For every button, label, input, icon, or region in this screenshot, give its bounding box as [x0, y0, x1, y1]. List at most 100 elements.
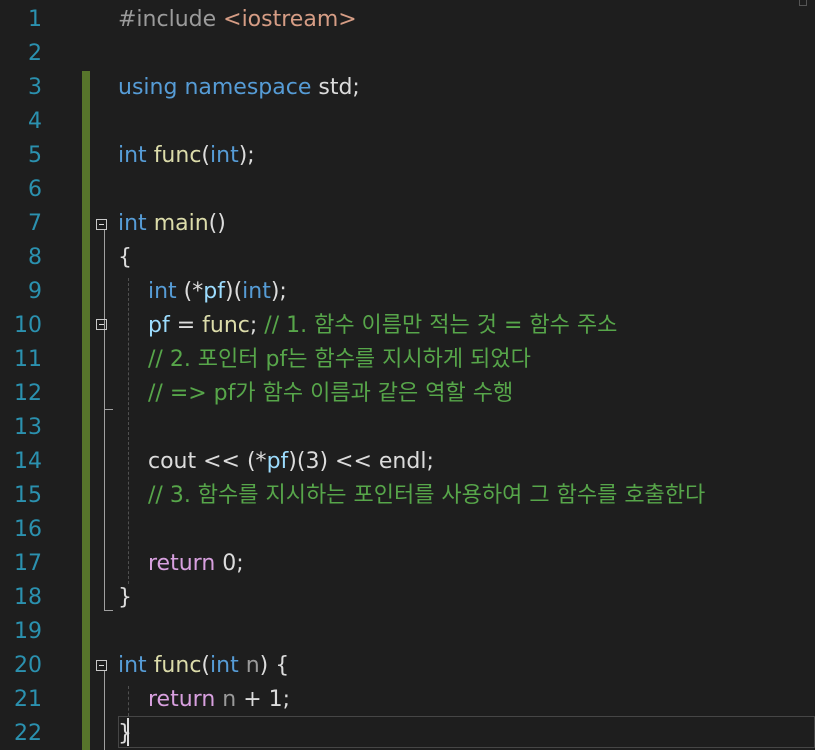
variable: pf [266, 449, 289, 474]
code-line-5[interactable]: int func(int); [118, 139, 255, 173]
code-text: + 1; [236, 687, 291, 712]
text-cursor [127, 718, 129, 746]
code-editor[interactable]: 1 2 3 4 5 6 7 8 9 10 11 12 13 14 15 16 1… [0, 0, 815, 750]
line-number: 1 [28, 7, 42, 32]
keyword: using [118, 75, 178, 100]
keyword: int [210, 653, 239, 678]
line-number: 15 [14, 483, 42, 508]
comment: // => pf가 함수 이름과 같은 역할 수행 [148, 381, 514, 406]
fold-collapse-icon[interactable] [96, 660, 107, 671]
parameter: n [222, 687, 237, 712]
preprocessor-directive: #include [118, 7, 224, 32]
fold-region-end [104, 409, 113, 410]
code-line-10[interactable]: pf = func; // 1. 함수 이름만 적는 것 = 함수 주소 [148, 309, 617, 343]
code-text: ( [201, 143, 211, 168]
line-number: 6 [28, 177, 42, 202]
code-line-12[interactable]: // => pf가 함수 이름과 같은 역할 수행 [148, 377, 513, 411]
brace: { [118, 245, 132, 270]
function-name: func [153, 653, 202, 678]
comment: // 3. 함수를 지시하는 포인터를 사용하여 그 함수를 호출한다 [148, 483, 706, 508]
code-line-22[interactable]: } [118, 717, 132, 750]
keyword: int [210, 143, 239, 168]
keyword: int [118, 653, 147, 678]
brace: } [118, 721, 132, 746]
indent-guide [128, 278, 129, 584]
code-line-3[interactable]: using namespace std; [118, 71, 360, 105]
code-text: = [169, 313, 203, 338]
line-number: 19 [14, 619, 42, 644]
function-name: main [153, 211, 209, 236]
code-text: ; [249, 313, 265, 338]
identifier: cout [148, 449, 197, 474]
function-name: func [153, 143, 202, 168]
include-header: <iostream> [223, 7, 357, 32]
code-text: )(3) << [288, 449, 379, 474]
line-number: 17 [14, 551, 42, 576]
line-number: 20 [14, 653, 42, 678]
line-number: 3 [28, 75, 42, 100]
code-text: ); [238, 143, 255, 168]
line-number: 22 [14, 721, 42, 746]
code-line-1[interactable]: #include <iostream> [118, 3, 357, 37]
fold-region-end [104, 610, 113, 611]
code-text: ( [201, 653, 211, 678]
line-number: 9 [28, 279, 42, 304]
comment: // 1. 함수 이름만 적는 것 = 함수 주소 [264, 313, 618, 338]
variable: pf [148, 313, 170, 338]
code-line-18[interactable]: } [118, 581, 132, 615]
line-number: 13 [14, 415, 42, 440]
line-number: 10 [14, 313, 42, 338]
line-number: 18 [14, 585, 42, 610]
code-line-11[interactable]: // 2. 포인터 pf는 함수를 지시하게 되었다 [148, 343, 531, 377]
code-line-8[interactable]: { [118, 241, 132, 275]
line-number: 8 [28, 245, 42, 270]
scroll-indicator[interactable] [799, 0, 807, 6]
line-number: 11 [14, 347, 42, 372]
keyword: int [118, 143, 147, 168]
code-line-17[interactable]: return 0; [148, 547, 244, 581]
line-number: 2 [28, 41, 42, 66]
code-text: std; [311, 75, 360, 100]
code-line-7[interactable]: int main() [118, 207, 226, 241]
code-text: )( [224, 279, 243, 304]
control-keyword: return [148, 687, 216, 712]
keyword: namespace [184, 75, 312, 100]
fold-collapse-icon[interactable] [96, 319, 107, 330]
fold-collapse-icon[interactable] [96, 219, 107, 230]
line-number: 21 [14, 687, 42, 712]
current-line-highlight [118, 716, 815, 748]
code-line-14[interactable]: cout << (*pf)(3) << endl; [148, 445, 434, 479]
brace: } [118, 585, 132, 610]
code-text: () [208, 211, 226, 236]
indent-guide [128, 686, 129, 716]
code-text: ) { [259, 653, 290, 678]
keyword: int [118, 211, 147, 236]
keyword: int [148, 279, 177, 304]
code-line-15[interactable]: // 3. 함수를 지시하는 포인터를 사용하여 그 함수를 호출한다 [148, 479, 705, 513]
change-tracking-bar [82, 71, 90, 750]
line-number: 14 [14, 449, 42, 474]
line-number: 12 [14, 381, 42, 406]
code-text: ); [270, 279, 287, 304]
code-line-20[interactable]: int func(int n) { [118, 649, 289, 683]
parameter: n [245, 653, 260, 678]
keyword: int [242, 279, 271, 304]
line-number-gutter: 1 2 3 4 5 6 7 8 9 10 11 12 13 14 15 16 1… [0, 0, 70, 750]
code-text: 0; [215, 551, 244, 576]
code-text: ; [426, 449, 434, 474]
fold-region-line [104, 671, 105, 750]
line-number: 16 [14, 517, 42, 542]
identifier: endl [378, 449, 427, 474]
code-line-21[interactable]: return n + 1; [148, 683, 290, 717]
control-keyword: return [148, 551, 216, 576]
code-text: (* [176, 279, 204, 304]
code-line-9[interactable]: int (*pf)(int); [148, 275, 287, 309]
comment: // 2. 포인터 pf는 함수를 지시하게 되었다 [148, 347, 531, 372]
code-text: << (* [196, 449, 267, 474]
line-number: 5 [28, 143, 42, 168]
fold-region-line [104, 230, 105, 610]
